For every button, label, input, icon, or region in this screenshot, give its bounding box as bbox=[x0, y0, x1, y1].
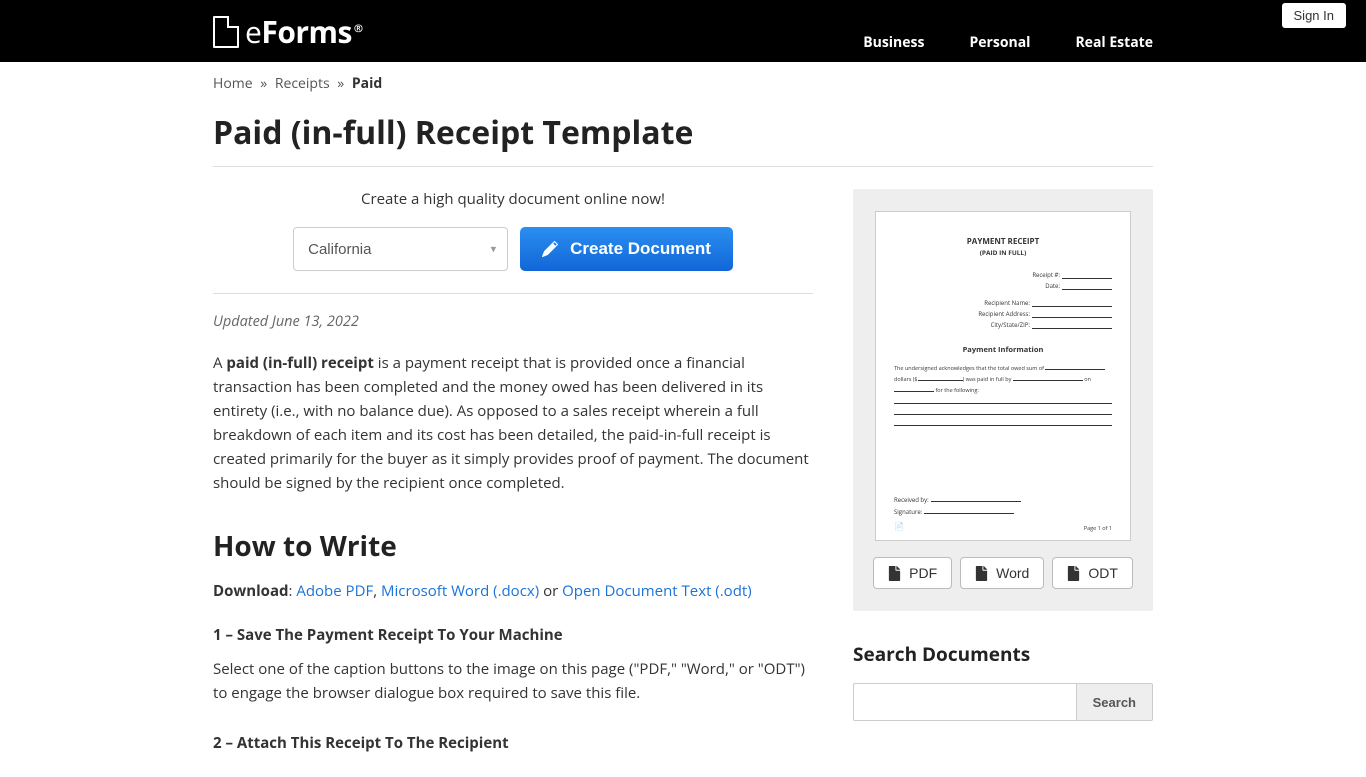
file-icon bbox=[888, 566, 901, 581]
pencil-icon bbox=[542, 241, 558, 257]
breadcrumb-sep: » bbox=[260, 74, 267, 93]
preview-section: Payment Information bbox=[894, 345, 1112, 355]
file-icon bbox=[975, 566, 988, 581]
sign-in-button[interactable]: Sign In bbox=[1282, 3, 1346, 28]
nav-real-estate[interactable]: Real Estate bbox=[1075, 33, 1153, 52]
primary-nav: Business Personal Real Estate bbox=[863, 33, 1153, 52]
create-button-label: Create Document bbox=[570, 239, 711, 259]
intro-paragraph: A paid (in-full) receipt is a payment re… bbox=[213, 351, 813, 495]
sidebar: PAYMENT RECEIPT (PAID IN FULL) Receipt #… bbox=[853, 189, 1153, 765]
search-title: Search Documents bbox=[853, 641, 1153, 667]
search-button[interactable]: Search bbox=[1076, 683, 1153, 721]
updated-date: Updated June 13, 2022 bbox=[213, 312, 813, 331]
breadcrumb-current: Paid bbox=[352, 74, 382, 93]
howto-heading: How to Write bbox=[213, 527, 813, 565]
page-title: Paid (in-full) Receipt Template bbox=[213, 111, 1153, 154]
section-separator bbox=[213, 293, 813, 294]
download-pdf-button[interactable]: PDF bbox=[873, 557, 952, 589]
search-section: Search Documents Search bbox=[853, 641, 1153, 721]
breadcrumb-sep: » bbox=[337, 74, 344, 93]
download-pdf-link[interactable]: Adobe PDF bbox=[296, 581, 373, 601]
document-preview[interactable]: PAYMENT RECEIPT (PAID IN FULL) Receipt #… bbox=[875, 211, 1131, 541]
breadcrumb-home[interactable]: Home bbox=[213, 74, 253, 93]
step-1-title: 1 – Save The Payment Receipt To Your Mac… bbox=[213, 625, 813, 645]
nav-business[interactable]: Business bbox=[863, 33, 924, 52]
preview-page-number: Page 1 of 1 bbox=[1084, 524, 1112, 532]
download-odt-link[interactable]: Open Document Text (.odt) bbox=[562, 581, 752, 601]
download-line: Download: Adobe PDF, Microsoft Word (.do… bbox=[213, 581, 813, 601]
search-input[interactable] bbox=[853, 683, 1076, 721]
create-document-box: Create a high quality document online no… bbox=[213, 189, 813, 271]
download-odt-button[interactable]: ODT bbox=[1052, 557, 1133, 589]
breadcrumb: Home » Receipts » Paid bbox=[213, 74, 1153, 93]
logo[interactable]: eForms® bbox=[213, 11, 363, 52]
nav-personal[interactable]: Personal bbox=[969, 33, 1030, 52]
document-icon bbox=[213, 16, 239, 48]
file-icon bbox=[1067, 566, 1080, 581]
main-content: Create a high quality document online no… bbox=[213, 189, 813, 765]
step-2-title: 2 – Attach This Receipt To The Recipient bbox=[213, 733, 813, 753]
create-document-button[interactable]: Create Document bbox=[520, 227, 733, 271]
download-word-button[interactable]: Word bbox=[960, 557, 1044, 589]
state-select[interactable]: California bbox=[293, 227, 508, 271]
preview-title: PAYMENT RECEIPT bbox=[894, 236, 1112, 247]
title-separator bbox=[213, 166, 1153, 167]
breadcrumb-receipts[interactable]: Receipts bbox=[275, 74, 330, 93]
download-buttons: PDF Word ODT bbox=[875, 557, 1131, 589]
preview-subtitle: (PAID IN FULL) bbox=[894, 248, 1112, 257]
create-prompt: Create a high quality document online no… bbox=[213, 189, 813, 209]
download-word-link[interactable]: Microsoft Word (.docx) bbox=[381, 581, 539, 601]
step-1-text: Select one of the caption buttons to the… bbox=[213, 657, 813, 705]
site-header: Sign In eForms® Business Personal Real E… bbox=[0, 0, 1366, 62]
preview-body: The undersigned acknowledges that the to… bbox=[894, 363, 1112, 396]
logo-text: eForms® bbox=[245, 11, 363, 52]
preview-box: PAYMENT RECEIPT (PAID IN FULL) Receipt #… bbox=[853, 189, 1153, 611]
preview-doc-icon: 📄 bbox=[894, 521, 904, 532]
